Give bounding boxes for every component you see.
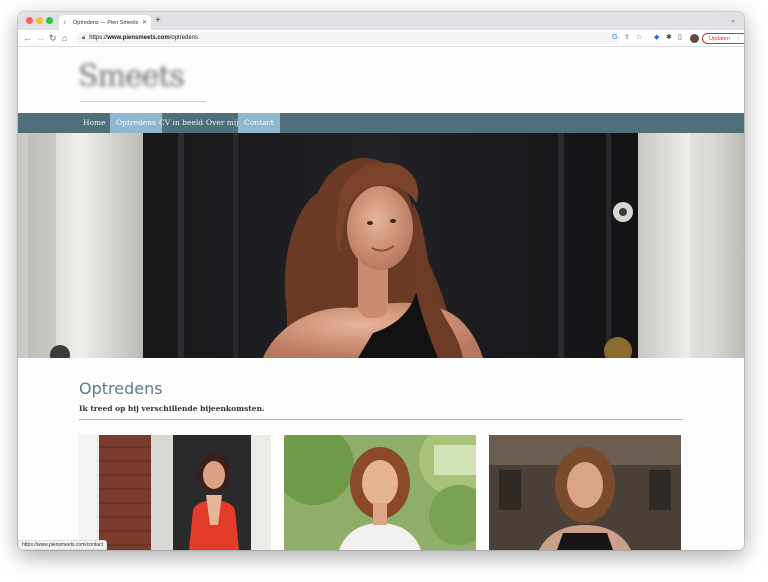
page-title: Optredens (79, 379, 163, 398)
profile-avatar[interactable] (690, 34, 699, 43)
update-button[interactable]: Updaten ⋮ (702, 33, 744, 44)
tab-active[interactable]: ♪ Optredens — Pien Smeets Sop... ✕ (59, 15, 151, 30)
logo-underline (80, 101, 206, 102)
hero-photo (18, 133, 744, 358)
page-subtitle: Ik treed op bij verschillende bijeenkoms… (79, 404, 265, 413)
address-url: https://www.piensmeets.com/optredens (89, 35, 199, 41)
site-logo[interactable]: Smeets (78, 55, 206, 109)
gallery-photo-2[interactable] (284, 435, 476, 550)
divider (79, 419, 683, 420)
logo-text: Smeets (78, 59, 185, 94)
tab-title: Optredens — Pien Smeets Sop... (73, 19, 139, 26)
sidebar-icon[interactable]: ▯ (678, 33, 682, 43)
gallery-photo-3[interactable] (489, 435, 681, 550)
star-icon[interactable]: ☆ (636, 32, 642, 44)
new-tab-icon[interactable]: + (155, 15, 161, 27)
address-bar[interactable]: 🔒︎ https://www.piensmeets.com/optredens (76, 32, 620, 44)
maximize-window-button[interactable] (46, 17, 53, 24)
minimize-window-button[interactable] (36, 17, 43, 24)
tab-strip: ♪ Optredens — Pien Smeets Sop... ✕ + ⌄ (18, 12, 744, 30)
back-icon[interactable]: ← (23, 32, 32, 44)
browser-toolbar: ← → ↻ ⌂ 🔒︎ https://www.piensmeets.com/op… (18, 30, 744, 47)
close-window-button[interactable] (26, 17, 33, 24)
forward-icon[interactable]: → (36, 32, 45, 44)
reload-icon[interactable]: ↻ (49, 32, 57, 44)
nav-contact[interactable]: Contact (238, 113, 280, 133)
puzzle-icon[interactable]: ✱ (666, 33, 672, 43)
menu-icon: ⋮ (735, 35, 742, 42)
google-icon[interactable]: G (612, 32, 617, 44)
extension-icon[interactable]: ◆ (654, 33, 659, 43)
tab-close-icon[interactable]: ✕ (142, 19, 147, 26)
share-icon[interactable]: ⇪ (624, 32, 630, 44)
browser-window: ♪ Optredens — Pien Smeets Sop... ✕ + ⌄ ←… (18, 12, 744, 550)
status-bar-url: https://www.piensmeets.com/contact (18, 540, 107, 550)
favicon-icon: ♪ (63, 19, 67, 26)
nav-home[interactable]: Home (77, 113, 112, 133)
tab-search-icon[interactable]: ⌄ (730, 16, 736, 24)
home-icon[interactable]: ⌂ (62, 32, 67, 44)
web-page: Smeets Home Optredens CV in beeld Over m… (18, 47, 744, 550)
gallery-photo-1[interactable] (79, 435, 271, 550)
main-nav: Home Optredens CV in beeld Over mij Cont… (18, 113, 744, 133)
lock-icon[interactable]: 🔒︎ (82, 35, 85, 42)
